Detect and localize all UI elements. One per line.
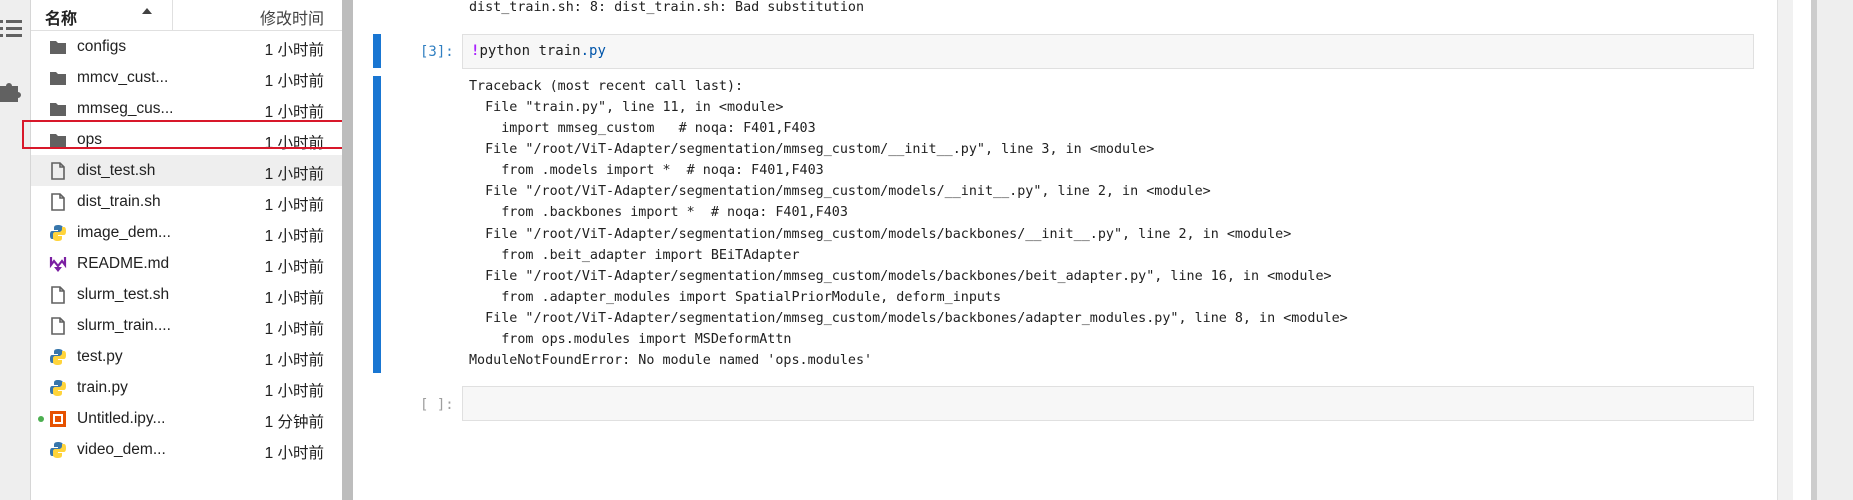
- file-name: mmcv_cust...: [77, 69, 169, 86]
- file-icon: [51, 286, 65, 304]
- file-name: slurm_test.sh: [77, 286, 170, 303]
- file-name: image_dem...: [77, 224, 171, 241]
- file-modified: 1 小时前: [264, 383, 324, 400]
- file-name: Untitled.ipy...: [77, 410, 166, 427]
- code-extension: .py: [580, 43, 606, 59]
- traceback-line: import mmseg_custom # noqa: F401,F403: [469, 121, 816, 136]
- file-item-dist-test[interactable]: dist_test.sh 1 小时前: [31, 155, 342, 186]
- traceback-line: from .beit_adapter import BEiTAdapter: [469, 248, 800, 263]
- file-name: README.md: [77, 255, 170, 272]
- modified-column-header[interactable]: 修改时间: [260, 5, 324, 29]
- file-icon: [51, 317, 65, 335]
- file-browser: 名称 修改时间 configs 1 小时前 mmcv_cust... 1 小时前…: [31, 0, 342, 500]
- file-name: train.py: [77, 379, 128, 396]
- traceback-line: from ops.modules import MSDeformAttn: [469, 332, 792, 347]
- file-item-dist-train[interactable]: dist_train.sh 1 小时前: [31, 186, 342, 217]
- panel-splitter[interactable]: [342, 0, 353, 500]
- traceback-line: File "/root/ViT-Adapter/segmentation/mms…: [469, 269, 1332, 284]
- notebook-icon: [50, 411, 66, 427]
- right-gutter: [1793, 0, 1811, 500]
- extension-manager-icon[interactable]: [0, 80, 22, 102]
- file-modified: 1 小时前: [264, 321, 324, 338]
- name-column-header[interactable]: 名称: [31, 0, 173, 30]
- traceback-line: File "train.py", line 11, in <module>: [469, 100, 784, 115]
- code-command: python train: [479, 43, 581, 59]
- traceback-line: from .adapter_modules import SpatialPrio…: [469, 290, 1002, 305]
- markdown-icon: [49, 257, 67, 272]
- empty-cell-prompt: [ ]:: [420, 397, 454, 413]
- file-modified: 1 小时前: [264, 445, 324, 462]
- running-indicator: [38, 416, 44, 422]
- file-modified: 1 分钟前: [264, 414, 324, 431]
- file-item-test-py[interactable]: test.py 1 小时前: [31, 341, 342, 372]
- empty-cell-input[interactable]: [462, 386, 1754, 421]
- traceback-line: File "/root/ViT-Adapter/segmentation/mms…: [469, 142, 1155, 157]
- file-item-image-demo[interactable]: image_dem... 1 小时前: [31, 217, 342, 248]
- file-name: dist_test.sh: [77, 162, 156, 179]
- file-name: configs: [77, 38, 127, 55]
- activity-bar: [0, 0, 31, 500]
- error-line: ModuleNotFoundError: No module named 'op…: [469, 353, 873, 368]
- cell-prompt: [3]:: [420, 44, 454, 60]
- traceback-line: File "/root/ViT-Adapter/segmentation/mms…: [469, 227, 1292, 242]
- file-item-video-demo[interactable]: video_dem... 1 小时前: [31, 434, 342, 465]
- file-modified: 1 小时前: [264, 228, 324, 245]
- name-column-label: 名称: [45, 11, 78, 28]
- traceback-line: File "/root/ViT-Adapter/segmentation/mms…: [469, 311, 1348, 326]
- sort-ascending-icon[interactable]: [140, 4, 154, 18]
- file-modified: 1 小时前: [264, 259, 324, 276]
- file-item-readme[interactable]: README.md 1 小时前: [31, 248, 342, 279]
- file-modified: 1 小时前: [264, 197, 324, 214]
- file-item-slurm-train[interactable]: slurm_train.... 1 小时前: [31, 310, 342, 341]
- traceback-line: from .models import * # noqa: F401,F403: [469, 163, 824, 178]
- right-sidebar: [1817, 0, 1853, 500]
- file-name: test.py: [77, 348, 123, 365]
- folder-icon: [50, 103, 66, 116]
- file-icon: [51, 193, 65, 211]
- code-cell-input[interactable]: !python train.py: [462, 34, 1754, 69]
- file-name: slurm_train....: [77, 317, 171, 334]
- traceback-line: Traceback (most recent call last):: [469, 79, 744, 94]
- notebook-scrollbar[interactable]: [1777, 0, 1794, 500]
- folder-icon: [50, 72, 66, 85]
- file-name: mmseg_cus...: [77, 100, 174, 117]
- file-modified: 1 小时前: [264, 104, 324, 121]
- file-modified: 1 小时前: [264, 42, 324, 59]
- file-item-mmcv-custom[interactable]: mmcv_cust... 1 小时前: [31, 62, 342, 93]
- python-icon: [50, 380, 66, 396]
- file-item-configs[interactable]: configs 1 小时前: [31, 31, 342, 62]
- file-item-train-py[interactable]: train.py 1 小时前: [31, 372, 342, 403]
- python-icon: [50, 225, 66, 241]
- folder-icon: [50, 41, 66, 54]
- file-list-header: 名称 修改时间: [31, 0, 342, 31]
- traceback-line: from .backbones import * # noqa: F401,F4…: [469, 205, 848, 220]
- file-icon: [51, 162, 65, 180]
- file-modified: 1 小时前: [264, 290, 324, 307]
- file-name: video_dem...: [77, 441, 166, 458]
- file-modified: 1 小时前: [264, 166, 324, 183]
- code-line: !python train.py: [471, 43, 606, 59]
- python-icon: [50, 349, 66, 365]
- cell-collapser-output[interactable]: [373, 76, 381, 373]
- cell-collapser-input[interactable]: [373, 34, 381, 68]
- file-modified: 1 小时前: [264, 73, 324, 90]
- file-name: dist_train.sh: [77, 193, 161, 210]
- file-item-untitled-notebook[interactable]: Untitled.ipy... 1 分钟前: [31, 403, 342, 434]
- traceback-line: File "/root/ViT-Adapter/segmentation/mms…: [469, 184, 1211, 199]
- file-item-slurm-test[interactable]: slurm_test.sh 1 小时前: [31, 279, 342, 310]
- table-of-contents-icon[interactable]: [0, 17, 22, 39]
- file-modified: 1 小时前: [264, 352, 324, 369]
- previous-output-line: dist_train.sh: 8: dist_train.sh: Bad sub…: [469, 0, 865, 15]
- python-icon: [50, 442, 66, 458]
